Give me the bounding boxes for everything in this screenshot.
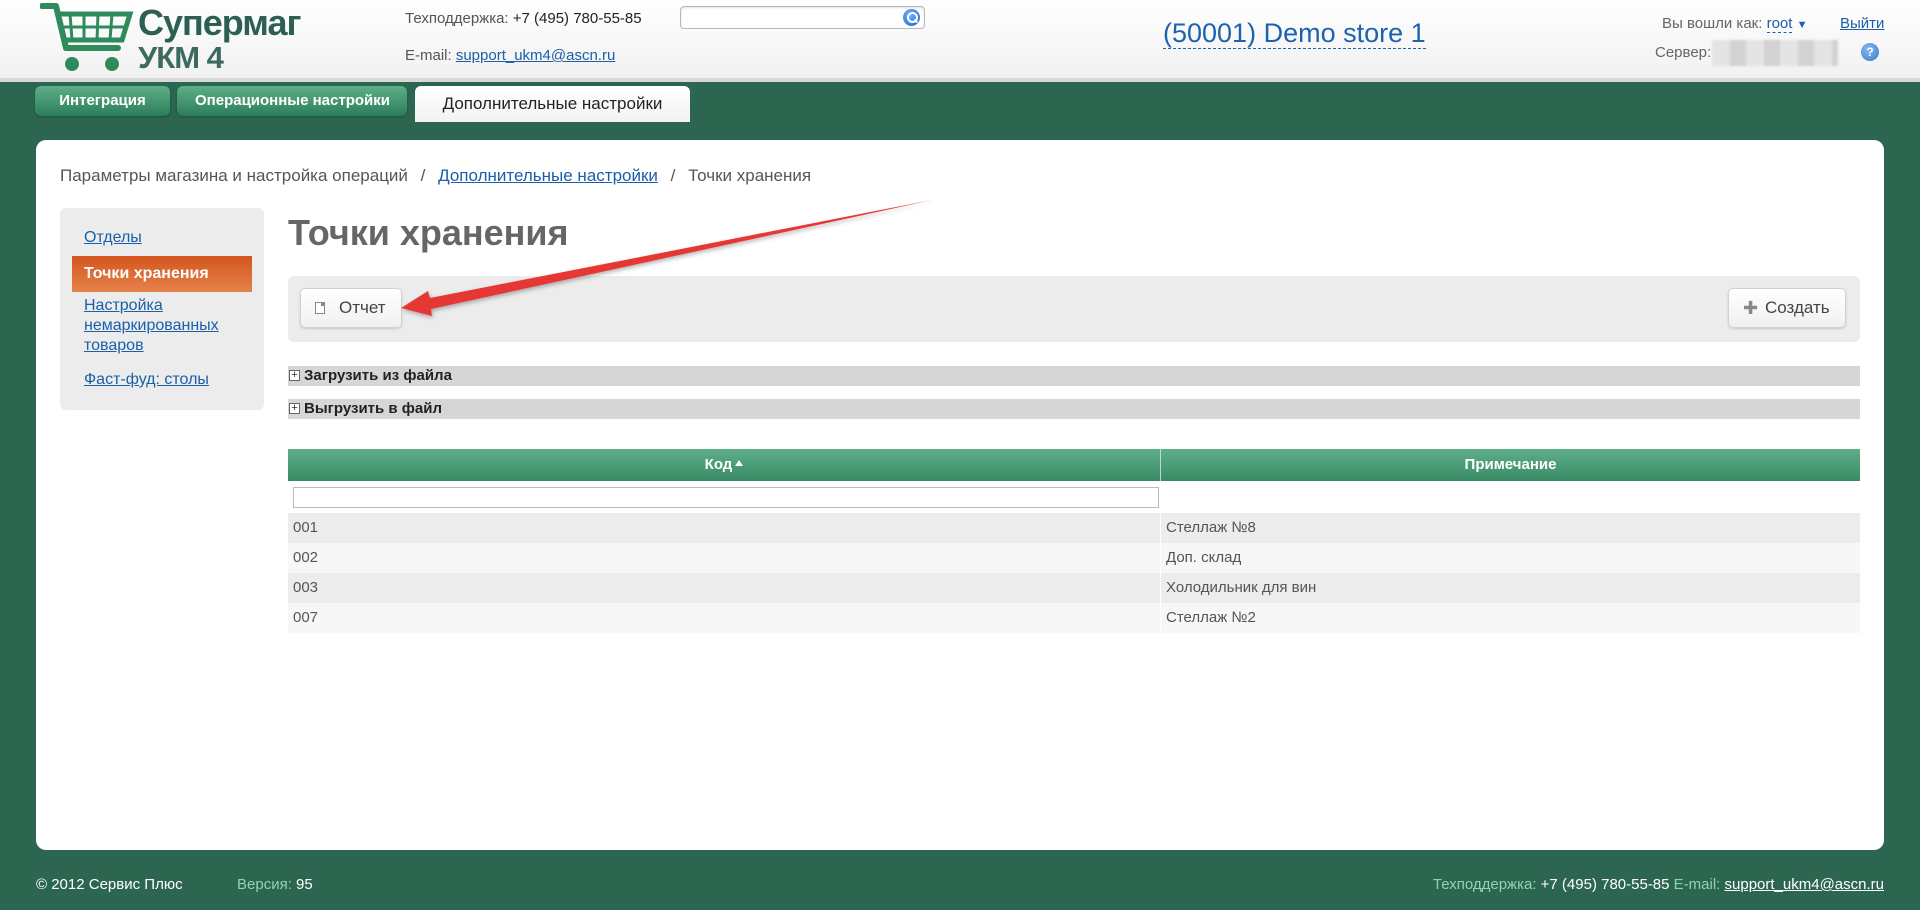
breadcrumb-item-current: Точки хранения — [688, 166, 812, 185]
breadcrumb: Параметры магазина и настройка операций … — [60, 166, 811, 186]
header-email: E-mail: support_ukm4@ascn.ru — [405, 47, 615, 64]
document-icon — [315, 302, 325, 314]
sidebar: Отделы Точки хранения Настройка немаркир… — [60, 208, 264, 410]
tab-operational-settings[interactable]: Операционные настройки — [177, 86, 407, 116]
column-header-note[interactable]: Примечание — [1161, 449, 1860, 481]
footer-email-link[interactable]: support_ukm4@ascn.ru — [1725, 876, 1884, 893]
version-number: 95 — [296, 876, 313, 893]
breadcrumb-link-additional-settings[interactable]: Дополнительные настройки — [438, 166, 658, 185]
footer-email-label: E-mail: — [1673, 876, 1721, 893]
table-header: Код Примечание — [288, 449, 1860, 481]
create-button-label: Создать — [1765, 298, 1830, 317]
logo[interactable]: Супермаг УКМ 4 — [40, 2, 301, 78]
logo-text-line1: Супермаг — [138, 2, 301, 43]
store-selector[interactable]: (50001) Demo store 1 — [1163, 18, 1426, 49]
filter-row — [288, 481, 1860, 513]
expand-icon[interactable]: + — [289, 403, 300, 414]
content-panel: Параметры магазина и настройка операций … — [36, 140, 1884, 850]
user-menu[interactable]: root — [1766, 15, 1793, 33]
table-row[interactable]: 003 Холодильник для вин — [288, 573, 1860, 603]
logout-link[interactable]: Выйти — [1840, 15, 1884, 32]
page-title: Точки хранения — [288, 212, 569, 253]
upload-from-file-section[interactable]: + Загрузить из файла — [288, 366, 1860, 386]
report-button[interactable]: Отчет — [300, 288, 402, 328]
help-icon[interactable]: ? — [1861, 43, 1879, 61]
cell-code: 003 — [288, 573, 1161, 603]
sidebar-item-storage-points[interactable]: Точки хранения — [72, 256, 252, 292]
footer-support-phone: +7 (495) 780-55-85 — [1540, 876, 1670, 893]
upload-section-label: Загрузить из файла — [304, 367, 452, 384]
cell-note: Холодильник для вин — [1166, 579, 1317, 596]
search-icon[interactable] — [903, 9, 920, 26]
sort-ascending-icon — [735, 460, 744, 466]
support-label: Техподдержка: — [405, 10, 509, 27]
shopping-cart-icon — [40, 3, 134, 71]
expand-icon[interactable]: + — [289, 370, 300, 381]
sidebar-item-departments[interactable]: Отделы — [84, 228, 244, 248]
toolbar: Отчет ✚ Создать — [288, 276, 1860, 342]
server-value-redacted — [1712, 40, 1838, 66]
cell-code: 002 — [288, 543, 1161, 573]
header-support: Техподдержка: +7 (495) 780-55-85 — [405, 10, 642, 27]
cell-code: 001 — [288, 513, 1161, 543]
table-row[interactable]: 002 Доп. склад — [288, 543, 1860, 573]
create-button[interactable]: ✚ Создать — [1728, 288, 1846, 328]
breadcrumb-separator: / — [420, 166, 426, 185]
breadcrumb-item-store-params: Параметры магазина и настройка операций — [60, 166, 408, 185]
support-phone: +7 (495) 780-55-85 — [512, 10, 642, 27]
footer-support: Техподдержка: +7 (495) 780-55-85 E-mail:… — [1433, 876, 1884, 893]
footer-support-label: Техподдержка: — [1432, 876, 1537, 893]
column-header-code-label: Код — [704, 456, 733, 473]
login-label: Вы вошли как: — [1662, 15, 1763, 32]
sidebar-item-unmarked-goods[interactable]: Настройка немаркированных товаров — [84, 296, 244, 356]
logo-text-line2: УКМ 4 — [138, 40, 224, 75]
tab-additional-settings[interactable]: Дополнительные настройки — [415, 86, 690, 122]
footer: © 2012 Сервис Плюс Версия: 95 Техподдерж… — [0, 862, 1920, 910]
export-section-label: Выгрузить в файл — [304, 400, 443, 417]
server-label: Сервер: — [1655, 44, 1712, 61]
sidebar-item-fastfood-tables[interactable]: Фаст-фуд: столы — [84, 370, 244, 390]
header: Супермаг УКМ 4 Техподдержка: +7 (495) 78… — [0, 0, 1920, 82]
email-label: E-mail: — [405, 47, 452, 64]
breadcrumb-separator: / — [670, 166, 676, 185]
report-button-label: Отчет — [339, 298, 386, 317]
cell-note: Доп. склад — [1166, 549, 1242, 566]
cell-note: Стеллаж №8 — [1166, 519, 1256, 536]
plus-icon: ✚ — [1743, 298, 1759, 318]
version-label: Версия: — [237, 876, 292, 893]
storage-points-table: Код Примечание 001 Стеллаж №8 002 Доп. с… — [288, 449, 1860, 633]
login-info: Вы вошли как: root ▼ — [1662, 15, 1808, 33]
export-to-file-section[interactable]: + Выгрузить в файл — [288, 399, 1860, 419]
tab-integration[interactable]: Интеграция — [35, 86, 170, 116]
cell-note: Стеллаж №2 — [1166, 609, 1256, 626]
chevron-down-icon[interactable]: ▼ — [1797, 19, 1808, 31]
cell-code: 007 — [288, 603, 1161, 633]
column-header-code[interactable]: Код — [288, 449, 1161, 481]
code-filter-input[interactable] — [293, 486, 1159, 508]
support-email-link[interactable]: support_ukm4@ascn.ru — [456, 47, 615, 64]
table-row[interactable]: 007 Стеллаж №2 — [288, 603, 1860, 633]
search-input[interactable] — [680, 6, 925, 29]
version-info: Версия: 95 — [237, 876, 313, 893]
copyright: © 2012 Сервис Плюс — [36, 876, 183, 893]
table-row[interactable]: 001 Стеллаж №8 — [288, 513, 1860, 543]
